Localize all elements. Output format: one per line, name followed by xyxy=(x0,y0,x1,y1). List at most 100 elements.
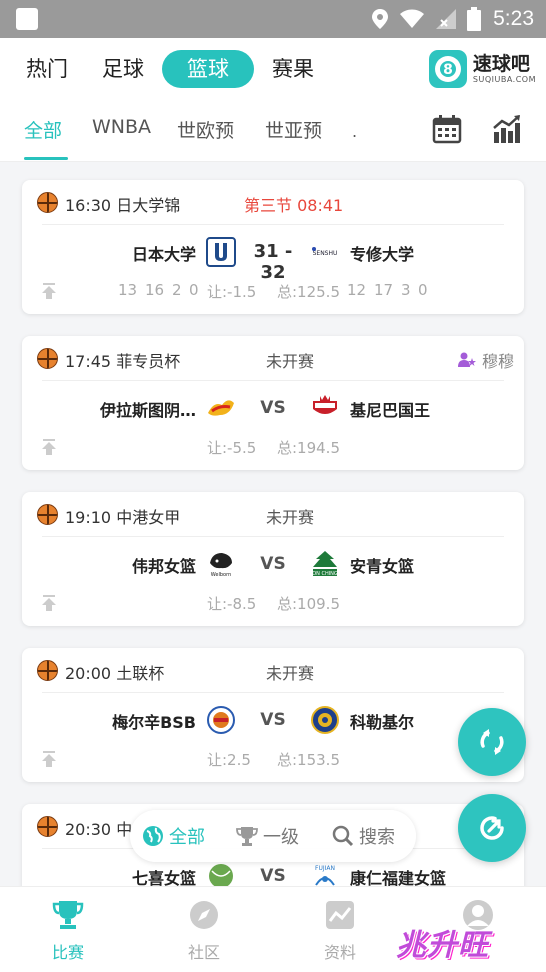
tab-hot[interactable]: 热门 xyxy=(18,50,76,88)
nav-community[interactable]: 社区 xyxy=(164,899,244,963)
away-team: 安青女篮 xyxy=(350,557,415,576)
nav-data[interactable]: 资料 xyxy=(300,899,380,963)
user-star-icon xyxy=(457,352,476,367)
away-team-logo xyxy=(311,706,339,734)
match-score: 31 - 32 xyxy=(253,241,293,283)
refresh-icon xyxy=(480,729,504,755)
stats-chart-icon[interactable] xyxy=(492,114,522,144)
nav-community-label: 社区 xyxy=(187,943,220,962)
tab-football[interactable]: 足球 xyxy=(94,50,152,88)
pin-top-icon[interactable] xyxy=(40,750,58,768)
home-team-logo xyxy=(208,400,234,416)
tipster[interactable]: 穆穆 xyxy=(457,348,514,372)
filter-pill: 全部 一级 搜索 xyxy=(130,810,416,862)
nav-matches[interactable]: 比赛 xyxy=(28,899,108,963)
home-team-logo: Welborn xyxy=(209,553,233,578)
away-q1: 12 xyxy=(347,281,367,299)
filter-all[interactable]: 全部 xyxy=(142,823,205,849)
away-team: 专修大学 xyxy=(350,245,415,264)
subtab-all[interactable]: 全部 xyxy=(24,116,62,143)
match-card[interactable]: 16:30 日大学锦 第三节 08:41 日本大学 31 - 32 SENSHU… xyxy=(22,180,524,314)
search-icon xyxy=(332,825,354,847)
basketball-icon xyxy=(37,348,58,369)
status-bar: 5:23 xyxy=(0,0,546,38)
calendar-icon[interactable] xyxy=(432,114,462,144)
pin-top-icon[interactable] xyxy=(40,438,58,456)
match-card[interactable]: 20:00 土联杯 未开赛 梅尔辛BSB VS 科勒基尔 让:2.5 总:153… xyxy=(22,648,524,782)
home-q4: 0 xyxy=(189,281,199,299)
filter-level1-label: 一级 xyxy=(263,827,299,848)
home-team: 日本大学 xyxy=(131,245,196,264)
divider xyxy=(42,380,504,381)
home-q1: 13 xyxy=(118,281,138,299)
match-card[interactable]: 19:10 中港女甲 未开赛 伟邦女篮 Welborn VS ON CHING … xyxy=(22,492,524,626)
battery-icon xyxy=(467,7,482,31)
tab-basketball[interactable]: 篮球 xyxy=(162,50,254,88)
home-team-logo xyxy=(207,706,235,734)
nav-data-label: 资料 xyxy=(323,943,356,962)
away-team: 科勒基尔 xyxy=(350,713,415,732)
svg-text:8: 8 xyxy=(443,62,453,78)
svg-text:FUJIAN: FUJIAN xyxy=(315,865,335,872)
versus-label: VS xyxy=(260,398,286,418)
basketball-icon xyxy=(37,504,58,525)
trophy-icon xyxy=(236,827,258,846)
versus-label: VS xyxy=(260,710,286,730)
arrow-circle-icon xyxy=(480,816,504,840)
home-team-logo xyxy=(209,864,233,886)
subtab-more[interactable]: . xyxy=(352,122,357,141)
match-time-league: 17:45 菲专员杯 xyxy=(65,352,181,371)
match-card[interactable]: 17:45 菲专员杯 未开赛 穆穆 伊拉斯图阴… VS 基尼巴国王 让:-5.5… xyxy=(22,336,524,470)
location-icon xyxy=(372,9,389,29)
brand-ball-icon: 8 xyxy=(428,50,467,88)
filter-level1[interactable]: 一级 xyxy=(236,823,299,849)
chart-icon xyxy=(326,901,354,929)
nav-matches-label: 比赛 xyxy=(51,943,84,962)
match-status: 未开赛 xyxy=(266,664,315,683)
away-q2: 17 xyxy=(374,281,394,299)
match-status: 第三节 08:41 xyxy=(244,196,344,215)
divider xyxy=(42,224,504,225)
pin-top-icon[interactable] xyxy=(40,594,58,612)
away-team-logo: ON CHING xyxy=(312,551,338,577)
basketball-icon xyxy=(37,192,58,213)
match-time-league: 16:30 日大学锦 xyxy=(65,196,181,215)
total: 总:109.5 xyxy=(277,595,340,613)
top-tab-bar: 热门 足球 篮球 赛果 8 速球吧 SUQIUBA.COM xyxy=(0,38,546,100)
trophy-icon xyxy=(52,901,84,929)
tipster-name: 穆穆 xyxy=(481,352,514,371)
handicap: 让:2.5 xyxy=(207,751,251,769)
total: 总:125.5 xyxy=(277,283,340,301)
refresh-button[interactable] xyxy=(458,708,526,776)
match-status: 未开赛 xyxy=(266,352,315,371)
home-team: 伟邦女篮 xyxy=(131,557,196,576)
pin-top-icon[interactable] xyxy=(40,282,58,300)
handicap: 让:-8.5 xyxy=(207,595,257,613)
home-team-logo xyxy=(206,237,236,267)
subtab-world-europe-qual[interactable]: 世欧预 xyxy=(177,116,234,143)
match-status: 未开赛 xyxy=(266,508,315,527)
svg-text:ON CHING: ON CHING xyxy=(312,571,338,577)
subtab-wnba[interactable]: WNBA xyxy=(92,116,151,138)
quick-action-button[interactable] xyxy=(458,794,526,862)
sub-tab-bar: 全部 WNBA 世欧预 世亚预 . xyxy=(0,100,546,162)
brand-logo: 8 速球吧 SUQIUBA.COM xyxy=(428,49,536,89)
notification-icon xyxy=(16,8,38,30)
match-time-league: 20:30 中 xyxy=(65,820,133,839)
home-team: 梅尔辛BSB xyxy=(112,713,196,732)
filter-search[interactable]: 搜索 xyxy=(332,823,395,849)
compass-icon xyxy=(190,901,218,929)
svg-text:SENSHU: SENSHU xyxy=(313,250,338,257)
brand-domain: SUQIUBA.COM xyxy=(472,75,536,84)
away-team-logo: SENSHU xyxy=(310,247,340,257)
subtab-world-asia-qual[interactable]: 世亚预 xyxy=(265,116,322,143)
handicap: 让:-1.5 xyxy=(207,283,257,301)
status-time: 5:23 xyxy=(493,7,534,30)
tab-results[interactable]: 赛果 xyxy=(264,50,322,88)
handicap: 让:-5.5 xyxy=(207,439,257,457)
match-time-league: 20:00 土联杯 xyxy=(65,664,165,683)
match-list[interactable]: 16:30 日大学锦 第三节 08:41 日本大学 31 - 32 SENSHU… xyxy=(0,162,546,886)
basketball-icon xyxy=(37,816,58,837)
divider xyxy=(42,536,504,537)
away-q4: 0 xyxy=(418,281,428,299)
